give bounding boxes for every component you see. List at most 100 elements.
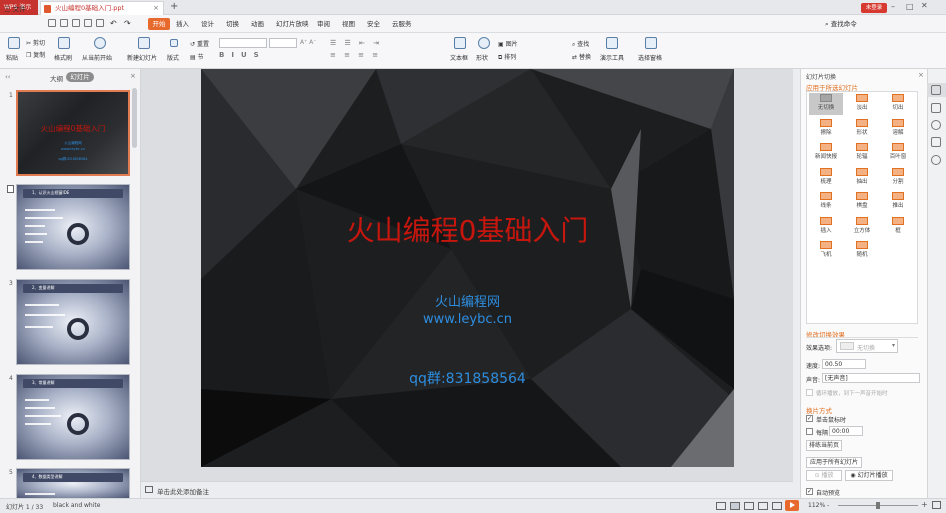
rehearse-current-button[interactable]: 排练当前页: [806, 440, 842, 451]
format-painter-button[interactable]: 格式刷: [54, 53, 72, 62]
slide-thumbnail-1[interactable]: 火山编程0基础入门 火山编程网 www.leybc.cn qq群:8318585…: [16, 90, 130, 176]
on-click-checkbox[interactable]: ✓: [806, 415, 813, 422]
paragraph-align-buttons[interactable]: ≡ ≡ ≡ ≡: [330, 51, 381, 59]
slideshow-button[interactable]: ◉ 幻灯片播放: [845, 470, 893, 481]
layout-icon[interactable]: [170, 39, 178, 47]
slide-subtitle[interactable]: 火山编程网: [201, 291, 734, 310]
speed-input[interactable]: 00.50: [822, 359, 866, 369]
new-doc-icon[interactable]: [48, 19, 56, 27]
effect-option-select[interactable]: 无切换 ▾: [836, 339, 898, 353]
pane-close-icon[interactable]: ×: [918, 71, 924, 79]
minimize-icon[interactable]: –: [891, 2, 895, 11]
auto-preview-checkbox[interactable]: ✓: [806, 488, 813, 495]
normal-view-icon[interactable]: [730, 502, 740, 510]
selection-pane-button[interactable]: 选择窗格: [638, 53, 662, 62]
replace-button[interactable]: ⇄ 替换: [572, 52, 591, 61]
paragraph-list-buttons[interactable]: ☰ ☰ ⇤ ⇥: [330, 39, 382, 47]
find-button[interactable]: ⌕ 查找: [572, 39, 589, 49]
every-checkbox[interactable]: [806, 428, 813, 435]
every-time-input[interactable]: 00:00: [829, 426, 863, 436]
close-window-icon[interactable]: ✕: [921, 1, 928, 10]
shape-button[interactable]: 形状: [476, 53, 488, 62]
new-slide-icon[interactable]: [138, 37, 150, 49]
font-style-buttons[interactable]: BIUS: [219, 51, 266, 59]
slides-scrollbar[interactable]: [132, 88, 137, 148]
transition-item[interactable]: 推出: [881, 191, 915, 213]
transition-item[interactable]: 形状: [845, 118, 879, 140]
presentation-tools-icon[interactable]: [606, 37, 618, 49]
transition-item[interactable]: 无切换: [809, 93, 843, 115]
tab-cloud[interactable]: 云服务: [392, 19, 412, 29]
file-menu[interactable]: 三 文件: [4, 3, 26, 15]
play-from-current-icon[interactable]: [94, 37, 106, 49]
tab-slideshow[interactable]: 幻灯片放映: [276, 19, 309, 29]
loop-sound-checkbox[interactable]: [806, 389, 813, 396]
play-preview-button[interactable]: ⊙ 播放: [806, 470, 842, 481]
slide-qq-group[interactable]: qq群:831858564: [201, 368, 734, 388]
play-slideshow-button[interactable]: [785, 500, 799, 511]
transition-item[interactable]: 梳理: [809, 167, 843, 189]
tab-review[interactable]: 审阅: [317, 19, 330, 29]
animation-panel-icon[interactable]: [931, 103, 941, 113]
transition-item[interactable]: 轮辐: [845, 142, 879, 164]
star-icon[interactable]: [931, 120, 941, 130]
slide-thumbnail-2[interactable]: 1、认识火山视窗IDE: [16, 184, 130, 270]
tab-design[interactable]: 设计: [201, 19, 214, 29]
tab-insert[interactable]: 插入: [176, 19, 189, 29]
transition-item[interactable]: 线条: [809, 191, 843, 213]
paste-icon[interactable]: [8, 37, 20, 49]
selection-pane-icon[interactable]: [645, 37, 657, 49]
transition-item[interactable]: 插入: [809, 216, 843, 238]
textbox-button[interactable]: 文本框: [450, 53, 468, 62]
tab-view[interactable]: 视图: [342, 19, 355, 29]
slide-thumbnail-3[interactable]: 2、变量讲解: [16, 279, 130, 365]
textbox-icon[interactable]: [454, 37, 466, 49]
slide-url[interactable]: www.leybc.cn: [201, 312, 734, 327]
slide-thumbnail-4[interactable]: 3、常量讲解: [16, 374, 130, 460]
sound-select[interactable]: [无声音]: [822, 373, 920, 383]
sorter-view-icon[interactable]: [744, 502, 754, 510]
font-grow-button[interactable]: A⁺ A⁻: [300, 39, 316, 46]
transition-item[interactable]: 溶解: [881, 118, 915, 140]
cut-button[interactable]: ✂ 剪切: [26, 38, 45, 47]
section-button[interactable]: ▤ 节: [190, 52, 204, 61]
tab-security[interactable]: 安全: [367, 19, 380, 29]
transition-item[interactable]: 新闻快报: [809, 142, 843, 164]
maximize-icon[interactable]: □: [906, 2, 914, 11]
zoom-in-icon[interactable]: +: [921, 500, 928, 509]
open-icon[interactable]: [60, 19, 68, 27]
transition-item[interactable]: 飞机: [809, 240, 843, 262]
slide-thumbnail-5[interactable]: 4、数据类型讲解: [16, 468, 130, 498]
export-pdf-icon[interactable]: [96, 19, 104, 27]
new-slide-button[interactable]: 新建幻灯片: [127, 53, 157, 62]
zoom-level[interactable]: 112% -: [808, 502, 829, 509]
tab-start[interactable]: 开始: [148, 18, 170, 30]
tab-slides[interactable]: 幻灯片: [66, 72, 94, 82]
format-painter-icon[interactable]: [58, 37, 70, 49]
notes-view-icon[interactable]: [716, 502, 726, 510]
transition-item[interactable]: 淡出: [845, 93, 879, 115]
document-tab[interactable]: 火山编程0基础入门.ppt ×: [40, 1, 164, 15]
pane-close-icon[interactable]: ×: [130, 72, 136, 80]
transition-item[interactable]: 百叶窗: [881, 142, 915, 164]
tab-outline[interactable]: 大纲: [50, 73, 63, 83]
copy-button[interactable]: ❐ 复制: [26, 50, 45, 59]
login-button[interactable]: 未登录: [861, 3, 887, 13]
transition-item[interactable]: 框: [881, 216, 915, 238]
tab-transitions[interactable]: 切换: [226, 19, 239, 29]
search-command[interactable]: ⌕ 查找命令: [825, 19, 857, 29]
transition-item[interactable]: 棋盘: [845, 191, 879, 213]
transition-item[interactable]: 随机: [845, 240, 879, 262]
new-tab-button[interactable]: +: [170, 1, 178, 12]
transition-item[interactable]: 立方体: [845, 216, 879, 238]
presentation-tools-button[interactable]: 演示工具: [600, 53, 624, 62]
zoom-slider-thumb[interactable]: [876, 502, 880, 509]
tab-animations[interactable]: 动画: [251, 19, 264, 29]
layout-button[interactable]: 版式: [167, 53, 179, 62]
current-slide[interactable]: 火山编程0基础入门 火山编程网 www.leybc.cn qq群:8318585…: [201, 69, 734, 467]
transition-item[interactable]: 分割: [881, 167, 915, 189]
settings-icon[interactable]: [931, 137, 941, 147]
font-size-select[interactable]: [269, 38, 297, 48]
undo-icon[interactable]: ↶: [110, 19, 117, 29]
slide-title[interactable]: 火山编程0基础入门: [201, 209, 734, 249]
